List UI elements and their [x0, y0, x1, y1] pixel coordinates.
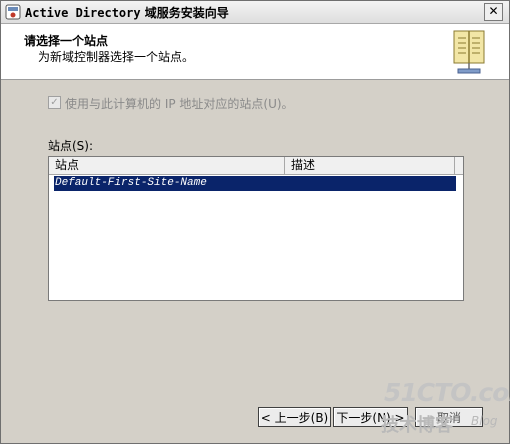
- sites-list[interactable]: 站点 描述 Default-First-Site-Name: [48, 156, 464, 301]
- back-button[interactable]: < 上一步(B): [258, 407, 331, 427]
- column-header-description[interactable]: 描述: [285, 157, 455, 174]
- watermark-blog: Blog: [471, 414, 498, 428]
- directory-book-icon: [453, 30, 485, 74]
- wizard-header: 请选择一个站点 为新域控制器选择一个站点。: [1, 24, 509, 80]
- page-subtitle: 为新域控制器选择一个站点。: [38, 50, 195, 64]
- close-icon: ✕: [488, 4, 499, 18]
- site-watermark: 51CTO.com 技术博客 Blog: [381, 378, 510, 441]
- sites-list-header: 站点 描述: [49, 157, 463, 175]
- column-header-site[interactable]: 站点: [49, 157, 285, 174]
- sites-label: 站点(S):: [48, 139, 94, 153]
- page-title: 请选择一个站点: [24, 34, 109, 48]
- use-ip-site-label: 使用与此计算机的 IP 地址对应的站点(U)。: [65, 97, 294, 111]
- window-title: Active Directory 域服务安装向导: [25, 6, 229, 20]
- server-manager-icon: [5, 4, 21, 20]
- table-row[interactable]: Default-First-Site-Name: [54, 176, 456, 191]
- wizard-window: Active Directory 域服务安装向导 ✕ 请选择一个站点 为新域控制…: [0, 0, 510, 444]
- watermark-main: 51CTO.com: [384, 378, 510, 407]
- watermark-sub: 技术博客: [381, 415, 453, 436]
- title-bar[interactable]: Active Directory 域服务安装向导 ✕: [1, 1, 509, 24]
- site-name: Default-First-Site-Name: [55, 177, 207, 189]
- close-button[interactable]: ✕: [484, 3, 503, 21]
- check-icon: ✓: [50, 97, 59, 108]
- use-ip-site-checkbox[interactable]: ✓: [48, 96, 61, 109]
